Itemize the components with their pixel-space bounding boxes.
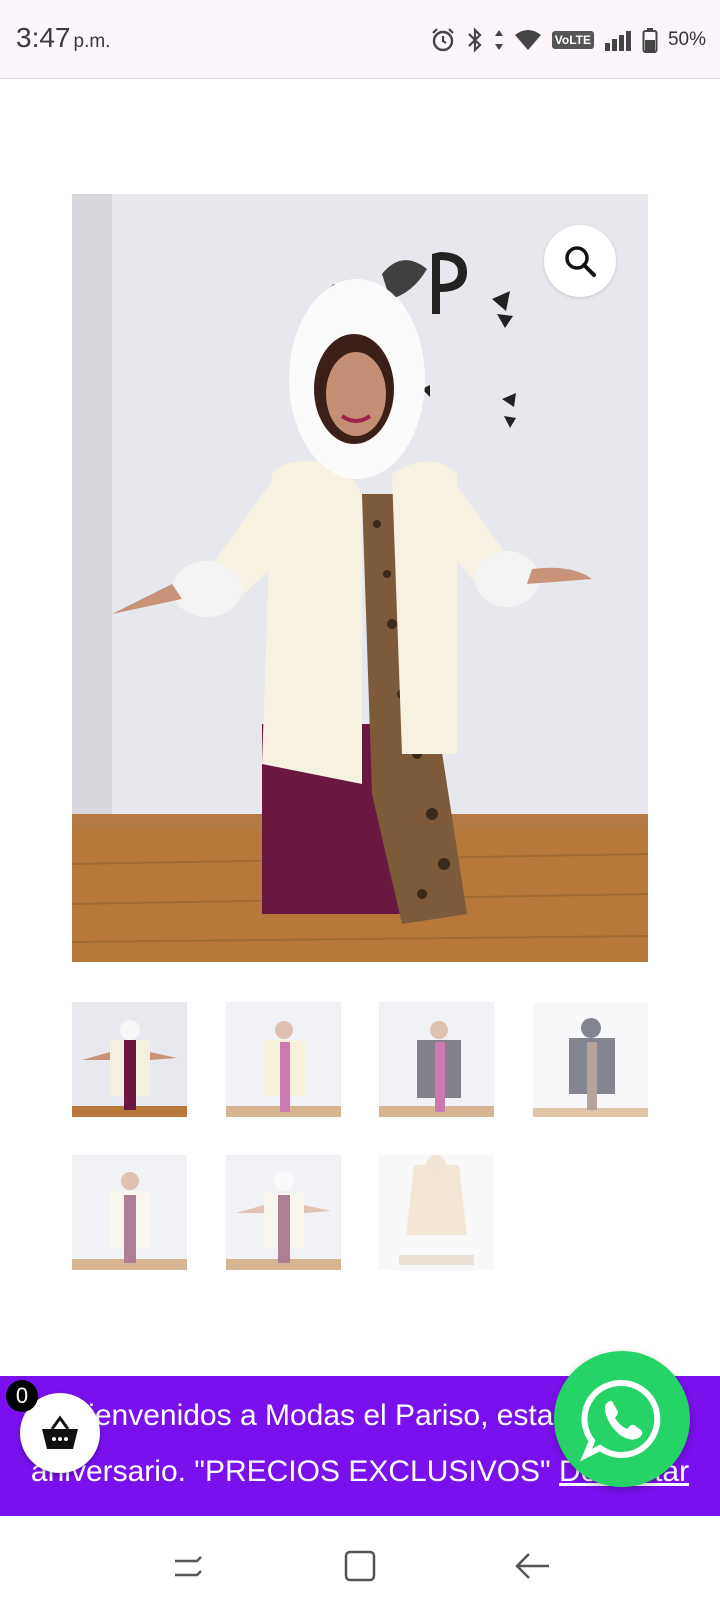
signal-icon — [604, 29, 632, 51]
thumbnail-7[interactable] — [379, 1155, 494, 1270]
thumbnail-image — [379, 1155, 494, 1270]
whatsapp-icon — [580, 1379, 661, 1461]
thumbnail-2[interactable] — [226, 1002, 341, 1117]
product-main-image[interactable] — [72, 194, 648, 962]
zoom-button[interactable] — [544, 225, 616, 297]
status-time: 3:47 p.m. — [16, 22, 110, 54]
thumbnail-image — [226, 1155, 341, 1270]
alarm-icon — [430, 27, 456, 53]
volte-badge: VoLTE — [551, 31, 594, 49]
thumbnail-image — [226, 1002, 341, 1117]
battery-level: 50% — [667, 29, 706, 50]
status-icons: VoLTE 50% — [430, 24, 706, 56]
basket-icon — [42, 1415, 78, 1449]
whatsapp-button[interactable] — [554, 1351, 690, 1487]
search-icon — [565, 246, 596, 277]
thumbnail-image — [72, 1002, 187, 1117]
product-photo — [72, 194, 648, 962]
thumbnail-4[interactable] — [533, 1002, 648, 1117]
thumbnail-6[interactable] — [226, 1155, 341, 1270]
cart-count-badge: 0 — [6, 1380, 38, 1412]
thumbnail-3[interactable] — [379, 1002, 494, 1117]
thumbnail-1[interactable] — [72, 1002, 187, 1117]
status-bar: 3:47 p.m. VoLTE 50% — [0, 0, 720, 79]
navigation-bar — [0, 1516, 720, 1612]
recents-icon — [175, 1556, 202, 1577]
battery-icon — [642, 27, 658, 53]
thumbnail-5[interactable] — [72, 1155, 187, 1270]
data-arrows-icon — [494, 28, 504, 52]
thumbnail-image — [533, 1002, 648, 1117]
recents-button[interactable] — [168, 1546, 208, 1586]
back-icon — [515, 1553, 549, 1579]
store-notice-line-2-text: aniversario. "PRECIOS EXCLUSIVOS" — [30, 1455, 560, 1488]
wifi-icon — [514, 28, 542, 52]
bluetooth-icon — [466, 27, 484, 53]
thumbnail-image — [379, 1002, 494, 1117]
thumbnail-image — [72, 1155, 187, 1270]
clock-ampm: p.m. — [73, 31, 111, 52]
back-button[interactable] — [512, 1546, 552, 1586]
home-button[interactable] — [340, 1546, 380, 1586]
clock-time: 3:47 — [16, 22, 71, 53]
home-icon — [344, 1550, 376, 1582]
